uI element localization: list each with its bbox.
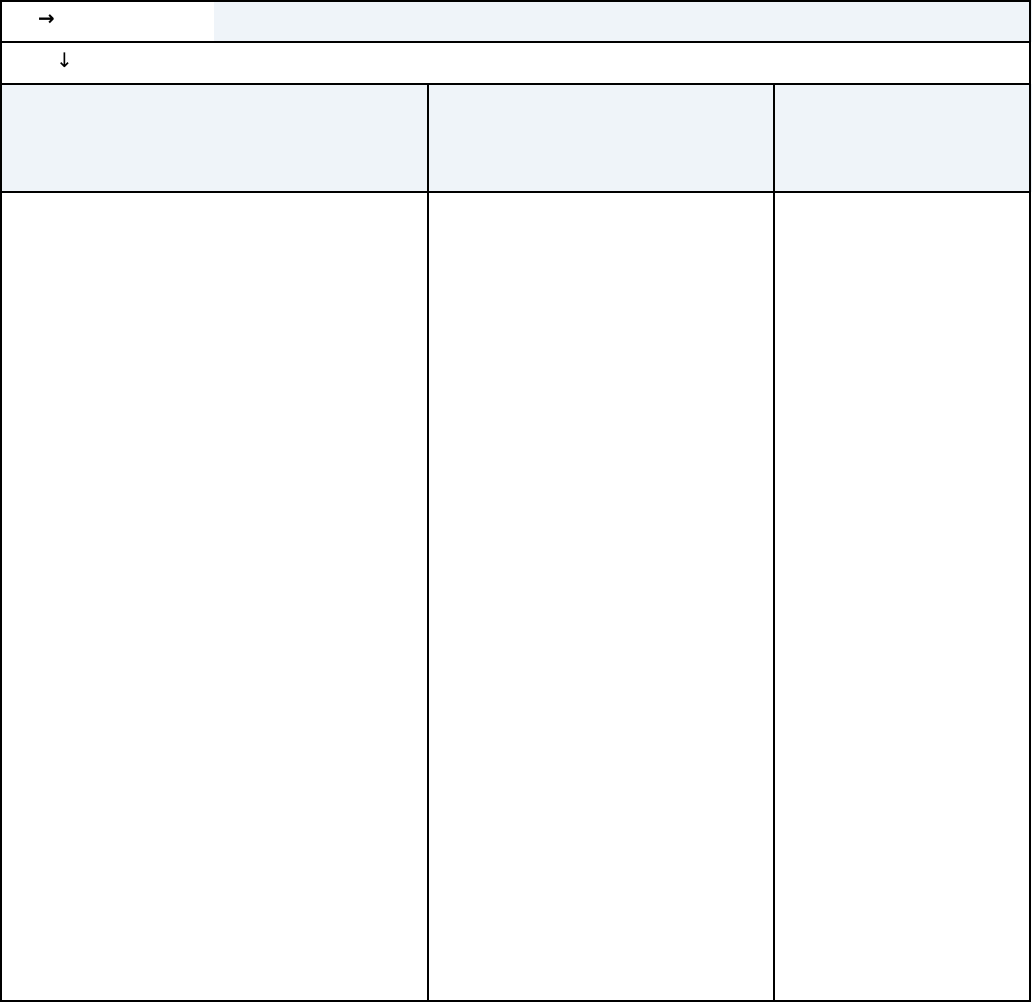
table-frame: [0, 0, 1031, 1002]
